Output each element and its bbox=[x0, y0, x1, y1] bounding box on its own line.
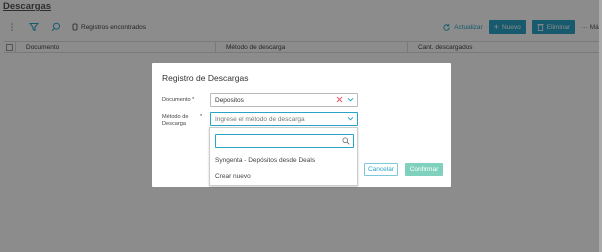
dropdown-search-input[interactable] bbox=[215, 134, 354, 148]
modal-title: Registro de Descargas bbox=[162, 73, 249, 83]
document-label: Documento * bbox=[162, 97, 195, 103]
method-required-mark: * bbox=[200, 114, 203, 120]
search-icon bbox=[342, 137, 350, 145]
dropdown-option-create-new[interactable]: Crear nuevo bbox=[215, 173, 251, 180]
cancel-button[interactable]: Cancelar bbox=[364, 163, 398, 176]
chevron-down-icon[interactable] bbox=[347, 96, 354, 103]
clear-icon[interactable] bbox=[336, 96, 343, 103]
method-label: Método de Descarga bbox=[162, 114, 189, 127]
method-placeholder: Ingrese el método de descarga bbox=[215, 115, 305, 123]
document-value: Depositos bbox=[215, 96, 244, 104]
dropdown-option[interactable]: Syngenta - Depósitos desde Deals bbox=[215, 157, 315, 164]
document-select[interactable]: Depositos bbox=[210, 93, 358, 107]
method-select[interactable]: Ingrese el método de descarga bbox=[210, 112, 358, 126]
method-dropdown: Syngenta - Depósitos desde Deals Crear n… bbox=[209, 127, 358, 186]
confirm-button[interactable]: Confirmar bbox=[405, 163, 443, 176]
chevron-down-icon[interactable] bbox=[347, 115, 354, 122]
